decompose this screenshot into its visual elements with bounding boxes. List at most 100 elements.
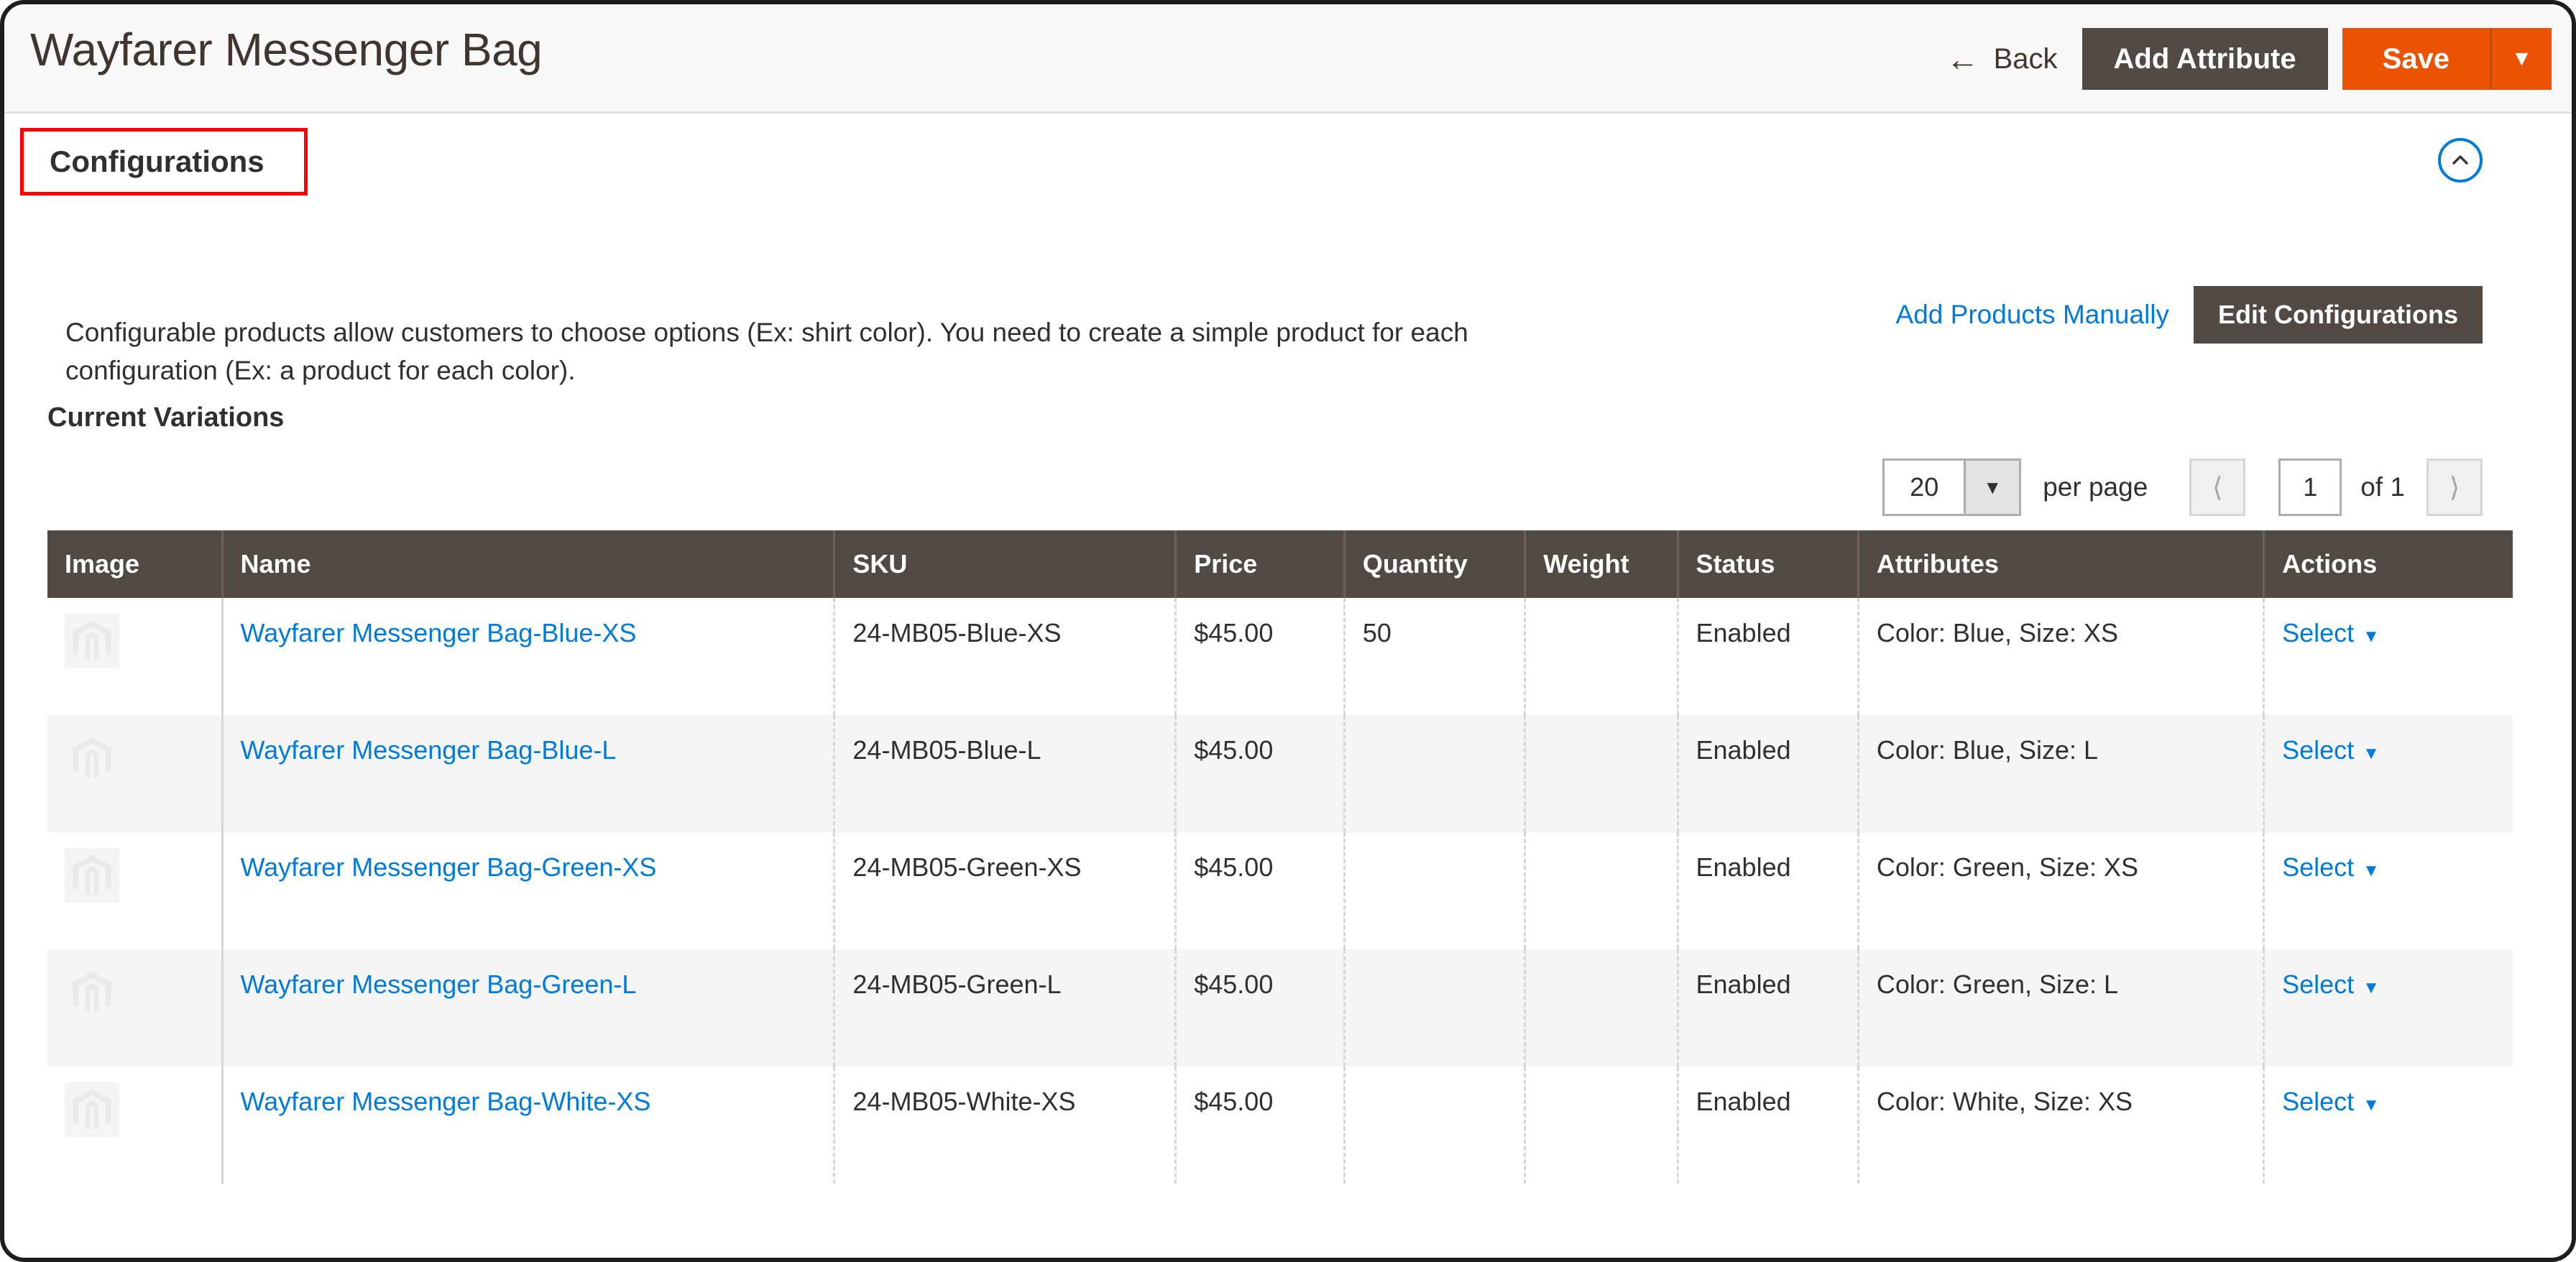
product-name-cell[interactable]: Wayfarer Messenger Bag-Blue-L xyxy=(222,715,836,832)
row-select-label: Select xyxy=(2282,969,2355,999)
table-row: Wayfarer Messenger Bag-Blue-L 24-MB05-Blu… xyxy=(47,715,2513,832)
product-placeholder-icon xyxy=(65,848,119,903)
table-body: Wayfarer Messenger Bag-Blue-XS 24-MB05-Bl… xyxy=(47,598,2513,1184)
weight-cell xyxy=(1524,832,1679,949)
caret-down-icon: ▼ xyxy=(2363,627,2380,646)
status-cell-text: Enabled xyxy=(1696,1087,1791,1116)
product-name-cell[interactable]: Wayfarer Messenger Bag-Green-L xyxy=(222,949,836,1067)
quantity-cell xyxy=(1344,949,1527,1067)
quantity-cell xyxy=(1344,1067,1527,1184)
column-header-image[interactable]: Image xyxy=(47,530,224,598)
add-attribute-button[interactable]: Add Attribute xyxy=(2082,28,2328,90)
caret-down-icon: ▼ xyxy=(1964,461,2020,514)
next-page-button[interactable]: ⟩ xyxy=(2426,459,2483,516)
sku-cell: 24-MB05-Blue-L xyxy=(834,715,1177,832)
table-row: Wayfarer Messenger Bag-Green-XS 24-MB05-G… xyxy=(47,832,2513,949)
add-products-manually-link[interactable]: Add Products Manually xyxy=(1896,300,2169,330)
attributes-cell-text: Color: White, Size: XS xyxy=(1876,1087,2133,1116)
section-top-actions: Add Products Manually Edit Configuration… xyxy=(1896,286,2483,344)
current-variations-table: Image Name SKU Price Quantity Weight Sta… xyxy=(47,530,2513,1184)
product-placeholder-icon xyxy=(65,1082,119,1137)
section-description: Configurable products allow customers to… xyxy=(65,318,1468,385)
product-name-link[interactable]: Wayfarer Messenger Bag-Blue-XS xyxy=(241,618,637,648)
product-name-cell[interactable]: Wayfarer Messenger Bag-Blue-XS xyxy=(222,598,836,715)
quantity-cell: 50 xyxy=(1344,598,1527,715)
status-cell-text: Enabled xyxy=(1696,618,1791,648)
product-thumbnail-cell xyxy=(47,949,224,1067)
column-header-quantity[interactable]: Quantity xyxy=(1344,530,1527,598)
back-button[interactable]: ← Back xyxy=(1922,42,2082,75)
row-select-action[interactable]: Select ▼ xyxy=(2282,852,2380,882)
column-header-actions[interactable]: Actions xyxy=(2263,530,2513,598)
per-page-value: 20 xyxy=(1910,472,1939,502)
weight-cell xyxy=(1524,1067,1679,1184)
sku-cell-text: 24-MB05-Green-XS xyxy=(852,852,1082,882)
row-select-label: Select xyxy=(2282,852,2355,882)
price-cell-text: $45.00 xyxy=(1194,969,1274,999)
attributes-cell: Color: White, Size: XS xyxy=(1858,1067,2266,1184)
actions-cell: Select ▼ xyxy=(2264,1067,2513,1184)
configurations-title-highlight[interactable]: Configurations xyxy=(20,128,308,195)
previous-page-button[interactable]: ⟨ xyxy=(2189,459,2246,516)
product-name-cell[interactable]: Wayfarer Messenger Bag-White-XS xyxy=(222,1067,836,1184)
page-number-input[interactable] xyxy=(2278,459,2342,516)
attributes-cell-text: Color: Green, Size: L xyxy=(1876,969,2119,999)
header-actions: ← Back Add Attribute Save ▼ xyxy=(1922,4,2572,114)
caret-down-icon: ▼ xyxy=(2363,861,2380,880)
price-cell-text: $45.00 xyxy=(1194,735,1274,765)
price-cell: $45.00 xyxy=(1175,949,1346,1067)
product-placeholder-icon xyxy=(65,731,119,786)
actions-cell: Select ▼ xyxy=(2263,949,2513,1067)
column-header-price[interactable]: Price xyxy=(1175,530,1346,598)
attributes-cell-text: Color: Blue, Size: L xyxy=(1876,735,2099,765)
column-header-weight[interactable]: Weight xyxy=(1524,530,1679,598)
caret-down-icon: ▼ xyxy=(2363,1095,2380,1115)
sku-cell-text: 24-MB05-Blue-XS xyxy=(852,618,1062,648)
status-cell-text: Enabled xyxy=(1696,735,1791,765)
chevron-up-circle-icon[interactable] xyxy=(2438,138,2483,183)
product-name-link[interactable]: Wayfarer Messenger Bag-Green-L xyxy=(241,969,637,999)
price-cell-text: $45.00 xyxy=(1194,1087,1274,1116)
column-header-status[interactable]: Status xyxy=(1678,530,1859,598)
product-name-link[interactable]: Wayfarer Messenger Bag-Green-XS xyxy=(241,852,657,882)
row-select-action[interactable]: Select ▼ xyxy=(2282,735,2380,765)
column-header-attributes[interactable]: Attributes xyxy=(1858,530,2266,598)
row-select-label: Select xyxy=(2282,1087,2355,1116)
pagination-controls: 20 ▼ per page ⟨ of 1 ⟩ xyxy=(1882,459,2483,516)
quantity-cell-text: 50 xyxy=(1362,618,1392,648)
product-placeholder-icon xyxy=(65,614,119,668)
product-thumbnail-cell xyxy=(47,715,224,832)
row-select-label: Select xyxy=(2282,735,2355,765)
page-title: Wayfarer Messenger Bag xyxy=(30,24,543,75)
quantity-cell xyxy=(1344,832,1527,949)
sku-cell: 24-MB05-Blue-XS xyxy=(834,598,1177,715)
sku-cell: 24-MB05-Green-XS xyxy=(834,832,1177,949)
column-header-sku[interactable]: SKU xyxy=(834,530,1177,598)
arrow-left-icon: ← xyxy=(1946,40,1979,78)
caret-down-icon: ▼ xyxy=(2363,978,2380,998)
save-button[interactable]: Save xyxy=(2342,28,2490,90)
row-select-action[interactable]: Select ▼ xyxy=(2282,969,2380,999)
caret-down-icon: ▼ xyxy=(2511,47,2533,70)
sku-cell: 24-MB05-White-XS xyxy=(834,1067,1177,1184)
table-header-row: Image Name SKU Price Quantity Weight Sta… xyxy=(47,530,2513,598)
save-dropdown-toggle[interactable]: ▼ xyxy=(2490,28,2552,90)
per-page-select[interactable]: 20 ▼ xyxy=(1882,459,2022,516)
edit-configurations-button[interactable]: Edit Configurations xyxy=(2194,286,2483,344)
attributes-cell: Color: Green, Size: L xyxy=(1858,949,2266,1067)
row-select-action[interactable]: Select ▼ xyxy=(2282,618,2380,648)
table-row: Wayfarer Messenger Bag-Green-L 24-MB05-Gr… xyxy=(47,949,2513,1067)
weight-cell xyxy=(1524,715,1679,832)
row-select-action[interactable]: Select ▼ xyxy=(2282,1087,2380,1116)
page-header: Wayfarer Messenger Bag ← Back Add Attrib… xyxy=(4,4,2572,114)
status-cell: Enabled xyxy=(1678,598,1859,715)
status-cell: Enabled xyxy=(1678,1067,1859,1184)
actions-cell: Select ▼ xyxy=(2264,832,2513,949)
product-name-cell[interactable]: Wayfarer Messenger Bag-Green-XS xyxy=(222,832,836,949)
product-name-link[interactable]: Wayfarer Messenger Bag-White-XS xyxy=(241,1087,651,1116)
attributes-cell: Color: Blue, Size: XS xyxy=(1858,598,2266,715)
table-header: Image Name SKU Price Quantity Weight Sta… xyxy=(47,530,2513,598)
column-header-name[interactable]: Name xyxy=(222,530,836,598)
product-thumbnail-cell xyxy=(47,832,224,949)
product-name-link[interactable]: Wayfarer Messenger Bag-Blue-L xyxy=(241,735,617,765)
